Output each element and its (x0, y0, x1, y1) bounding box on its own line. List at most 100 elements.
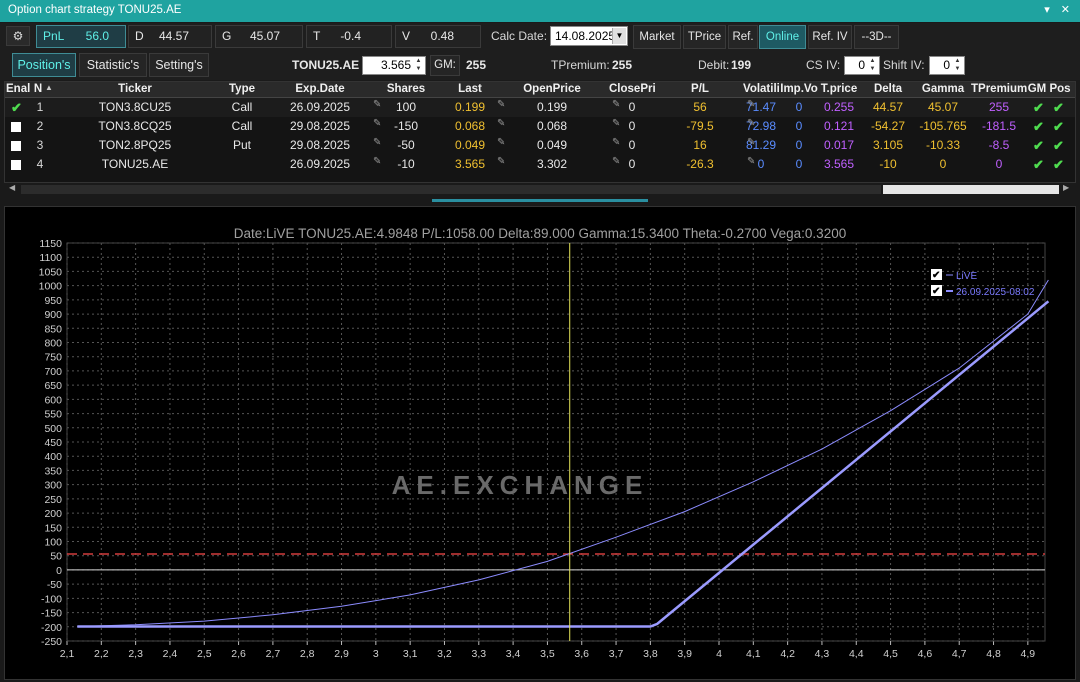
table-row[interactable]: 2 TON3.8CQ25 Call 29.08.2025 -150 0.068 0.068 0… (5, 117, 1075, 136)
settings-icon[interactable]: ⚙ (6, 26, 30, 46)
y-tick-label: 1150 (39, 238, 62, 250)
x-tick-label: 4,3 (815, 648, 830, 660)
edit-pencil-icon[interactable]: ✎ (612, 98, 620, 112)
col-type[interactable]: Type (212, 83, 272, 95)
edit-pencil-icon[interactable]: ✎ (747, 117, 755, 131)
cell-shares: 100 (395, 100, 417, 114)
edit-pencil-icon[interactable]: ✎ (373, 136, 381, 150)
x-tick-label: 3,4 (506, 648, 521, 660)
ref-iv-button[interactable]: Ref. IV (808, 25, 852, 49)
tprice-button[interactable]: TPrice (683, 25, 726, 49)
table-row[interactable]: ✔ 1 TON3.8CU25 Call 26.09.2025 100 0.199 0.199 0… (5, 98, 1075, 117)
edit-pencil-icon[interactable]: ✎ (612, 155, 620, 169)
spinner-arrows-icon[interactable]: ▲ ▼ (952, 57, 963, 73)
cell-impvol: 0 (795, 100, 803, 114)
gm-check-icon[interactable]: ✔ (1033, 98, 1044, 117)
y-tick-label: -50 (47, 579, 62, 591)
cs-iv-spinner[interactable]: 0 ▲ ▼ (844, 56, 880, 75)
col-imp-vol[interactable]: Imp.Vo (780, 83, 818, 95)
x-tick-label: 3,1 (403, 648, 418, 660)
col-gamma[interactable]: Gamma (915, 83, 971, 95)
tab-positions[interactable]: Position's (12, 53, 76, 77)
table-row[interactable]: 3 TON2.8PQ25 Put 29.08.2025 -50 0.049 0.049 0 16… (5, 136, 1075, 155)
cell-exp: 26.09.2025 (289, 100, 351, 114)
3d-button[interactable]: --3D-- (854, 25, 899, 49)
theta-label: T (313, 29, 321, 43)
col-pos[interactable]: Pos (1048, 83, 1072, 95)
edit-pencil-icon[interactable]: ✎ (373, 155, 381, 169)
enabled-checkbox[interactable] (11, 160, 21, 170)
edit-pencil-icon[interactable]: ✎ (373, 98, 381, 112)
col-tpremium[interactable]: TPremium (971, 83, 1027, 95)
cell-tprem: 255 (988, 100, 1010, 114)
shift-iv-spinner[interactable]: 0 ▲ ▼ (929, 56, 965, 75)
live-pl-curve (77, 279, 1049, 627)
market-button[interactable]: Market (633, 25, 681, 49)
col-n[interactable]: N (31, 83, 45, 95)
x-tick-label: 4,6 (918, 648, 933, 660)
panel-splitter[interactable] (0, 194, 1080, 206)
edit-pencil-icon[interactable]: ✎ (747, 98, 755, 112)
y-tick-label: 650 (44, 380, 62, 392)
enabled-checkbox[interactable] (11, 141, 21, 151)
y-tick-label: 800 (44, 338, 62, 350)
pnl-label: PnL (43, 29, 65, 43)
edit-pencil-icon[interactable]: ✎ (497, 117, 505, 131)
col-exp-date[interactable]: Exp.Date (273, 83, 367, 95)
col-volatility[interactable]: Volatili (743, 83, 779, 95)
scroll-left-icon[interactable]: ◀ (9, 183, 15, 192)
col-close-price[interactable]: ClosePri (609, 83, 655, 95)
ref-button[interactable]: Ref. (728, 25, 758, 49)
window-controls[interactable]: ▾ ✕ (1044, 3, 1074, 16)
edit-pencil-icon[interactable]: ✎ (747, 155, 755, 169)
edit-pencil-icon[interactable]: ✎ (497, 155, 505, 169)
gm-check-icon[interactable]: ✔ (1033, 136, 1044, 155)
debit-value: 199 (731, 58, 752, 72)
y-tick-label: -250 (41, 636, 62, 648)
edit-pencil-icon[interactable]: ✎ (497, 98, 505, 112)
x-tick-label: 2,4 (163, 648, 178, 660)
spinner-arrows-icon[interactable]: ▲ ▼ (413, 57, 424, 73)
chevron-down-icon[interactable]: ▼ (612, 28, 626, 44)
vega-value: 0.48 (430, 29, 454, 43)
x-tick-label: 2,1 (60, 648, 75, 660)
edit-pencil-icon[interactable]: ✎ (612, 117, 620, 131)
col-open-price[interactable]: OpenPrice (497, 83, 607, 95)
pos-check-icon[interactable]: ✔ (1053, 136, 1064, 155)
col-last[interactable]: Last (445, 83, 495, 95)
pos-check-icon[interactable]: ✔ (1053, 98, 1064, 117)
x-tick-label: 4,7 (952, 648, 967, 660)
col-enabled[interactable]: Enal (6, 83, 30, 95)
col-gm[interactable]: GM (1027, 83, 1047, 95)
edit-pencil-icon[interactable]: ✎ (373, 117, 381, 131)
scroll-track[interactable] (21, 185, 881, 194)
enabled-checkbox[interactable] (11, 122, 21, 132)
x-tick-label: 4,5 (883, 648, 898, 660)
online-button[interactable]: Online (759, 25, 806, 49)
scroll-right-icon[interactable]: ▶ (1063, 183, 1069, 192)
price-spinner[interactable]: 3.565 ▲ ▼ (362, 56, 426, 75)
spinner-arrows-icon[interactable]: ▲ ▼ (867, 57, 878, 73)
pos-check-icon[interactable]: ✔ (1053, 117, 1064, 136)
tab-settings[interactable]: Setting's (149, 53, 209, 77)
scroll-thumb[interactable] (883, 185, 1059, 194)
y-tick-label: 150 (44, 522, 62, 534)
col-shares[interactable]: Shares (371, 83, 441, 95)
calc-date-input[interactable]: 14.08.2025 ▼ (550, 26, 628, 46)
calc-date-value: 14.08.2025 (555, 29, 616, 43)
table-row[interactable]: 4 TONU25.AE 26.09.2025 -10 3.565 3.302 0 -26.3 0… (5, 155, 1075, 174)
pos-check-icon[interactable]: ✔ (1053, 155, 1064, 174)
sort-asc-icon[interactable]: ▲ (45, 83, 53, 92)
edit-pencil-icon[interactable]: ✎ (747, 136, 755, 150)
col-delta[interactable]: Delta (862, 83, 914, 95)
enabled-check-icon[interactable]: ✔ (11, 98, 22, 117)
col-pl[interactable]: P/L (657, 83, 743, 95)
col-tprice[interactable]: T.price (818, 83, 860, 95)
edit-pencil-icon[interactable]: ✎ (612, 136, 620, 150)
table-header: Enal N ▲ Ticker Type Exp.Date Shares Las… (5, 82, 1075, 98)
edit-pencil-icon[interactable]: ✎ (497, 136, 505, 150)
gm-check-icon[interactable]: ✔ (1033, 117, 1044, 136)
col-ticker[interactable]: Ticker (60, 83, 210, 95)
tab-statistics[interactable]: Statistic's (79, 53, 147, 77)
gm-check-icon[interactable]: ✔ (1033, 155, 1044, 174)
